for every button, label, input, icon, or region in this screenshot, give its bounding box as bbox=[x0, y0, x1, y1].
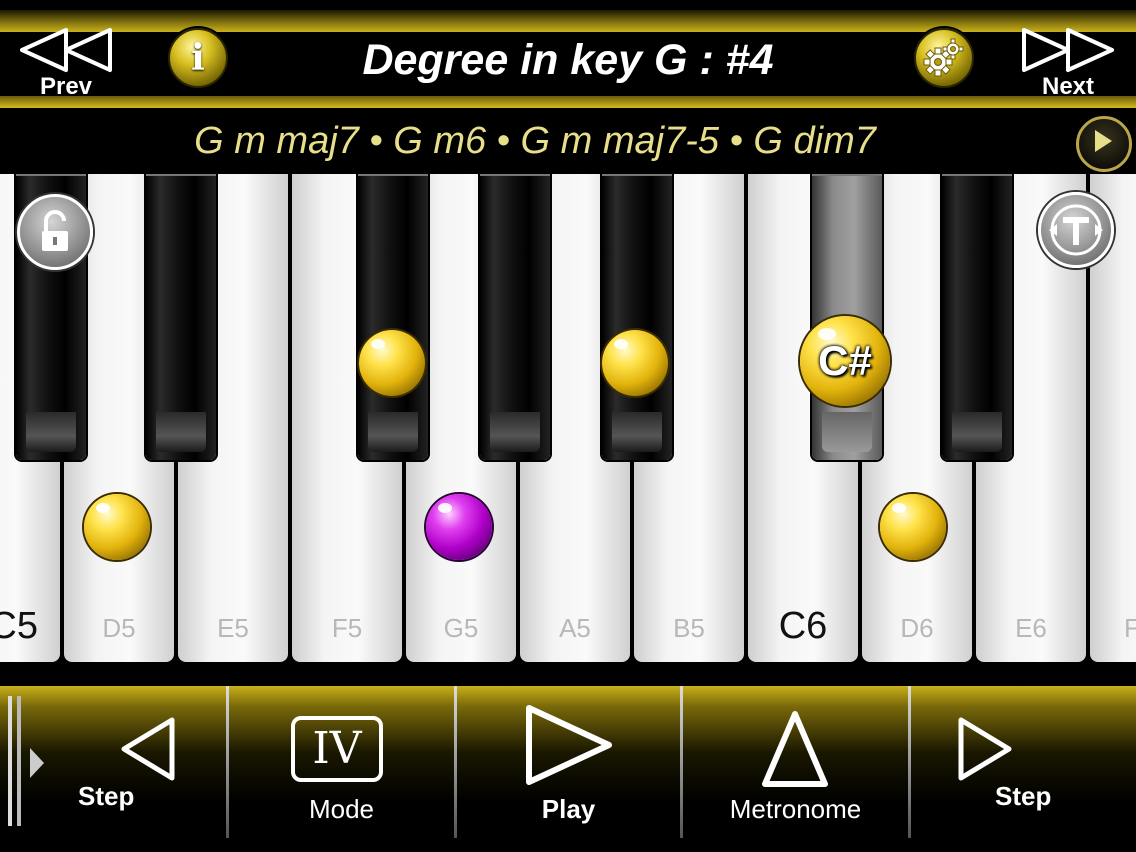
black-key-a-sharp5[interactable] bbox=[602, 174, 672, 460]
next-label: Next bbox=[1041, 73, 1095, 100]
step-back-icon bbox=[121, 717, 175, 781]
metronome-label: Metronome bbox=[729, 794, 862, 824]
settings-button[interactable] bbox=[914, 28, 974, 88]
key-label: A5 bbox=[559, 613, 591, 643]
step-forward-label: Step bbox=[995, 781, 1052, 811]
step-back-label: Step bbox=[78, 781, 135, 811]
mode-indicator: IV bbox=[291, 716, 383, 782]
key-label: G5 bbox=[443, 613, 479, 643]
black-key-d-sharp6[interactable] bbox=[942, 174, 1012, 460]
black-key-g-sharp5[interactable] bbox=[480, 174, 550, 460]
highlighted-note-label: C# bbox=[818, 337, 872, 384]
play-button[interactable]: Play bbox=[457, 686, 680, 852]
key-label: B5 bbox=[673, 613, 705, 643]
key-label: F5 bbox=[331, 613, 363, 643]
prev-button[interactable]: Prev bbox=[14, 26, 118, 102]
metronome-icon bbox=[762, 711, 828, 787]
key-label: F bbox=[1124, 613, 1136, 643]
page-title: Degree in key G : #4 bbox=[362, 36, 774, 84]
expand-arrow-icon bbox=[30, 748, 44, 778]
rewind-icon bbox=[20, 28, 112, 72]
key-label: C6 bbox=[778, 605, 828, 647]
highlighted-note-marker: C# bbox=[800, 316, 890, 406]
chord-list: G m maj7 • G m6 • G m maj7-5 • G dim7 bbox=[194, 120, 876, 162]
lock-button[interactable] bbox=[17, 194, 93, 270]
metronome-button[interactable]: Metronome bbox=[683, 686, 908, 852]
root-note-marker bbox=[426, 494, 492, 560]
chord-play-button[interactable] bbox=[1076, 116, 1132, 172]
bottom-toolbar: Step IV Mode Play Metronome Step bbox=[0, 686, 1136, 852]
header-bar: Prev i Degree in key G : #4 Next bbox=[0, 0, 1136, 108]
mode-button[interactable]: IV Mode bbox=[229, 686, 454, 852]
note-marker bbox=[880, 494, 946, 560]
key-label: D6 bbox=[900, 613, 934, 643]
key-label: E6 bbox=[1015, 613, 1047, 643]
fast-forward-icon bbox=[1022, 28, 1114, 72]
transpose-icon bbox=[1049, 204, 1103, 256]
key-label: C5 bbox=[0, 605, 38, 647]
black-key-d-sharp5[interactable] bbox=[146, 174, 216, 460]
play-label: Play bbox=[541, 794, 596, 824]
header-bottom-strip bbox=[0, 96, 1136, 108]
drawer-handle[interactable] bbox=[4, 696, 44, 826]
step-forward-button[interactable]: Step bbox=[911, 686, 1136, 852]
chord-bar: G m maj7 • G m6 • G m maj7-5 • G dim7 bbox=[0, 108, 1136, 174]
prev-label: Prev bbox=[39, 73, 93, 100]
key-label: D5 bbox=[102, 613, 136, 643]
info-icon: i bbox=[191, 37, 205, 79]
mode-label: Mode bbox=[308, 794, 375, 824]
transpose-button[interactable] bbox=[1038, 192, 1114, 268]
next-button[interactable]: Next bbox=[1016, 26, 1120, 102]
step-forward-icon bbox=[958, 717, 1012, 781]
black-key-f-sharp5[interactable] bbox=[358, 174, 428, 460]
info-button[interactable]: i bbox=[168, 28, 228, 88]
key-label: E5 bbox=[217, 613, 249, 643]
play-icon bbox=[1095, 130, 1112, 152]
note-marker bbox=[359, 330, 425, 396]
note-marker bbox=[84, 494, 150, 560]
header-top-strip bbox=[0, 10, 1136, 32]
gears-icon bbox=[923, 38, 964, 77]
piano-keyboard: C5 D5 E5 F5 G5 A5 B5 C6 D6 E6 F C# bbox=[0, 174, 1136, 666]
unlock-icon bbox=[42, 210, 68, 251]
note-marker bbox=[602, 330, 668, 396]
play-icon bbox=[526, 705, 612, 785]
step-back-button[interactable]: Step bbox=[50, 686, 226, 852]
